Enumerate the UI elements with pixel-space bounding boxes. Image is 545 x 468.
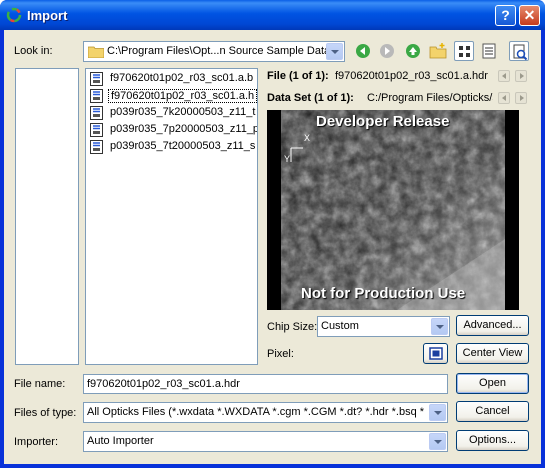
prev-dataset-arrow[interactable] (498, 92, 510, 104)
look-in-combo[interactable]: C:\Program Files\Opt...n Source Sample D… (83, 41, 345, 62)
file-name: f970620t01p02_r03_sc01.a.b (110, 72, 254, 84)
chip-size-value: Custom (321, 320, 359, 332)
file-list[interactable]: f970620t01p02_r03_sc01.a.b f970620t01p02… (85, 68, 258, 365)
file-icon (90, 89, 103, 103)
chip-size-label: Chip Size: (267, 321, 318, 333)
details-view-icon[interactable] (479, 41, 499, 61)
files-of-type-value: All Opticks Files (*.wxdata *.WXDATA *.c… (87, 406, 425, 418)
look-in-dropdown-arrow[interactable] (326, 43, 343, 60)
file-item[interactable]: p039r035_7t20000503_z11_s (90, 139, 257, 155)
advanced-button[interactable]: Advanced... (456, 315, 529, 336)
file-name-label: File name: (14, 378, 66, 390)
back-icon[interactable] (353, 41, 373, 61)
axis-x-label: X (304, 133, 311, 143)
image-preview[interactable]: Developer Release X Y Not for Production… (267, 110, 519, 310)
center-view-button[interactable]: Center View (456, 343, 529, 364)
preview-icon[interactable] (509, 41, 529, 61)
help-button[interactable]: ? (495, 5, 516, 26)
file-name: p039r035_7p20000503_z11_p (110, 123, 258, 135)
pixel-label: Pixel: (267, 348, 294, 360)
file-count-label: File (1 of 1): (267, 70, 329, 82)
importer-combo[interactable]: Auto Importer (83, 431, 448, 452)
files-of-type-label: Files of type: (14, 407, 77, 419)
chip-size-dropdown-arrow[interactable] (431, 318, 448, 335)
next-file-arrow[interactable] (515, 70, 527, 82)
next-dataset-arrow[interactable] (515, 92, 527, 104)
importer-dropdown-arrow[interactable] (429, 433, 446, 450)
chip-size-combo[interactable]: Custom (317, 316, 450, 337)
file-name: p039r035_7k20000503_z11_t (110, 106, 256, 118)
dataset-count-value: C:/Program Files/Opticks/S (367, 92, 493, 104)
file-icon (90, 72, 103, 86)
file-item[interactable]: p039r035_7k20000503_z11_t (90, 105, 257, 121)
dialog-body: Look in: C:\Program Files\Opt...n Source… (4, 30, 541, 464)
dataset-count-label: Data Set (1 of 1): (267, 92, 354, 104)
open-button[interactable]: Open (456, 373, 529, 394)
pixel-select-icon (429, 347, 443, 360)
folder-icon (88, 46, 104, 58)
file-item-selected[interactable]: f970620t01p02_r03_sc01.a.h (90, 88, 257, 104)
files-of-type-dropdown-arrow[interactable] (429, 404, 446, 421)
look-in-path: C:\Program Files\Opt...n Source Sample D… (107, 45, 331, 57)
importer-label: Importer: (14, 436, 59, 448)
list-view-icon[interactable] (454, 41, 474, 61)
file-name: f970620t01p02_r03_sc01.a.h (108, 89, 257, 103)
window-title: Import (27, 8, 68, 23)
file-item[interactable]: f970620t01p02_r03_sc01.a.b (90, 71, 257, 87)
watermark-top: Developer Release (316, 113, 450, 130)
file-name: p039r035_7t20000503_z11_s (110, 140, 256, 152)
file-name-value: f970620t01p02_r03_sc01.a.hdr (87, 378, 240, 390)
importer-value: Auto Importer (87, 435, 154, 447)
file-item[interactable]: p039r035_7p20000503_z11_p (90, 122, 258, 138)
cancel-button[interactable]: Cancel (456, 401, 529, 422)
options-button[interactable]: Options... (456, 430, 529, 451)
look-in-label: Look in: (14, 45, 53, 57)
file-name-input[interactable]: f970620t01p02_r03_sc01.a.hdr (83, 374, 448, 394)
title-bar[interactable]: Import ? ✕ (0, 0, 545, 30)
prev-file-arrow[interactable] (498, 70, 510, 82)
file-icon (90, 106, 103, 120)
places-pane[interactable] (15, 68, 79, 365)
opticks-app-icon (6, 7, 22, 23)
file-count-value: f970620t01p02_r03_sc01.a.hdr (335, 70, 488, 82)
up-folder-icon[interactable] (403, 41, 423, 61)
pixel-select-button[interactable] (423, 343, 448, 364)
watermark-bottom: Not for Production Use (301, 285, 466, 302)
new-folder-icon[interactable] (428, 41, 448, 61)
forward-icon[interactable] (377, 41, 397, 61)
close-button[interactable]: ✕ (519, 5, 540, 26)
file-icon (90, 140, 103, 154)
axis-y-label: Y (284, 154, 291, 164)
import-dialog: Import ? ✕ Look in: C:\Program Files\Opt… (0, 0, 545, 468)
file-icon (90, 123, 103, 137)
files-of-type-combo[interactable]: All Opticks Files (*.wxdata *.WXDATA *.c… (83, 402, 448, 423)
